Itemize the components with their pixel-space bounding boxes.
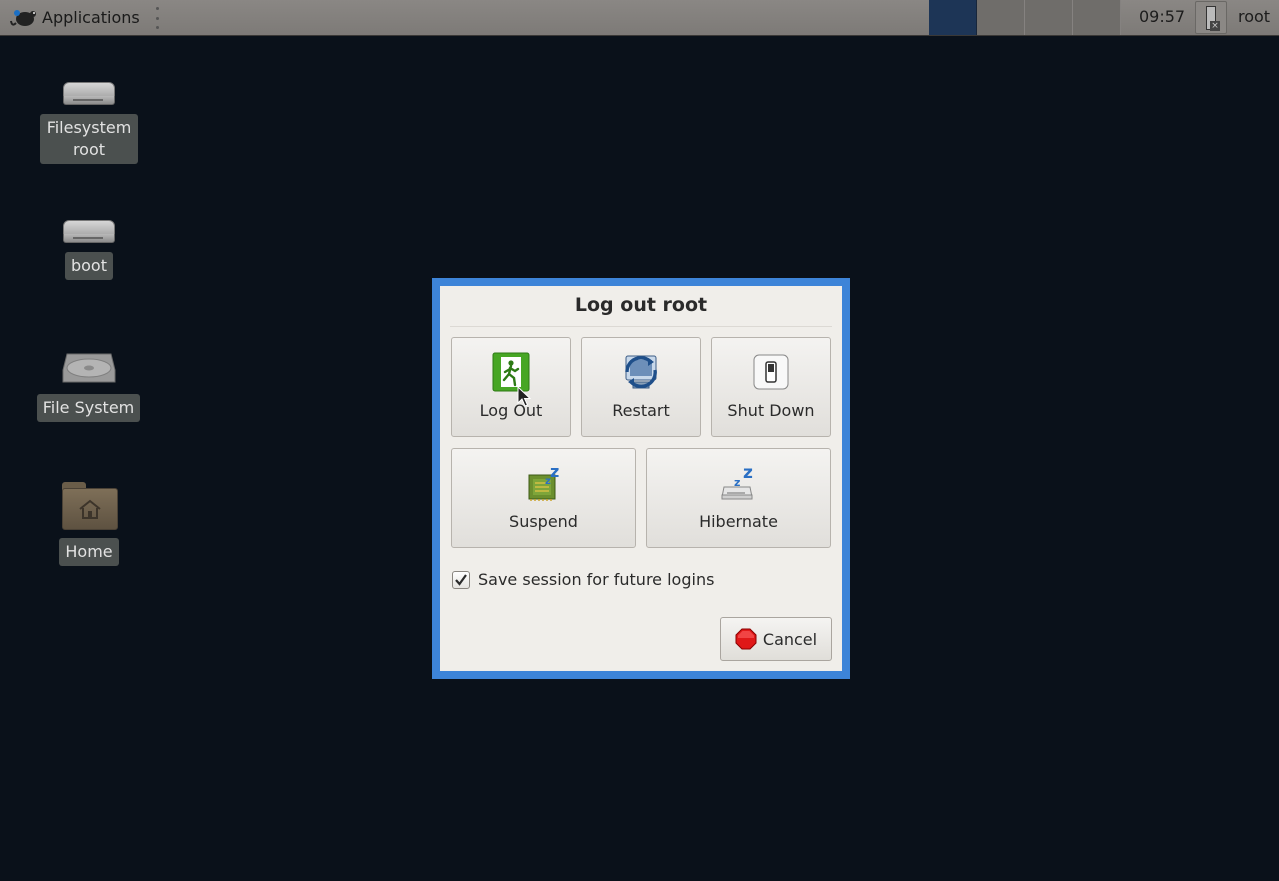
top-panel: Applications 09:57 × root <box>0 0 1279 36</box>
suspend-button[interactable]: z z Suspend <box>451 448 636 548</box>
suspend-label: Suspend <box>509 512 578 531</box>
power-manager-icon[interactable]: × <box>1195 1 1227 34</box>
mouse-pointer-icon <box>517 386 531 407</box>
workspace-3[interactable] <box>1025 0 1073 35</box>
restart-button[interactable]: Restart <box>581 337 701 437</box>
log-out-button[interactable]: Log Out <box>451 337 571 437</box>
applications-menu-button[interactable]: Applications <box>6 0 144 34</box>
workspace-2[interactable] <box>977 0 1025 35</box>
save-session-row[interactable]: Save session for future logins <box>452 570 714 589</box>
cancel-label: Cancel <box>762 629 818 649</box>
cancel-button[interactable]: Cancel <box>720 617 832 661</box>
hibernate-icon: z z <box>719 463 759 503</box>
desktop-icon-label: File System <box>36 394 141 422</box>
stop-icon <box>735 628 757 650</box>
workspace-4[interactable] <box>1073 0 1121 35</box>
desktop-icon-file-system[interactable]: File System <box>36 350 141 422</box>
panel-separator <box>155 7 159 29</box>
dialog-title: Log out root <box>574 294 708 316</box>
drive-icon <box>61 216 117 246</box>
workspace-1[interactable] <box>929 0 977 35</box>
desktop-icon-label: boot <box>64 252 113 280</box>
user-menu[interactable]: root <box>1238 0 1270 34</box>
desktop-icon-boot[interactable]: boot <box>55 216 123 280</box>
svg-text:z: z <box>734 476 740 489</box>
home-folder-icon <box>60 480 118 530</box>
svg-text:z: z <box>743 463 753 483</box>
power-switch-icon <box>751 352 791 392</box>
applications-label: Applications <box>42 7 140 27</box>
drive-icon <box>61 78 117 108</box>
desktop-icon-home[interactable]: Home <box>58 480 120 566</box>
desktop-icon-label: Home <box>59 538 119 566</box>
shut-down-button[interactable]: Shut Down <box>711 337 831 437</box>
workspace-switcher <box>929 0 1121 35</box>
log-out-label: Log Out <box>479 401 543 420</box>
desktop-icon-label: Filesystem root <box>40 114 138 164</box>
desktop-icon-filesystem-root[interactable]: Filesystem root <box>40 78 138 164</box>
restart-icon <box>621 352 661 392</box>
shut-down-label: Shut Down <box>727 401 815 420</box>
hibernate-button[interactable]: z z Hibernate <box>646 448 831 548</box>
dialog-divider <box>450 326 832 327</box>
svg-text:z: z <box>550 463 559 481</box>
save-session-checkbox[interactable] <box>452 570 470 589</box>
logout-dialog: Log out root Log Out Restart Shut Down z… <box>440 286 842 671</box>
svg-text:z: z <box>545 476 551 487</box>
suspend-icon: z z <box>524 462 564 503</box>
xfce-mouse-icon <box>10 5 38 29</box>
save-session-label: Save session for future logins <box>478 570 715 589</box>
restart-label: Restart <box>612 401 670 420</box>
harddisk-icon <box>61 350 117 383</box>
hibernate-label: Hibernate <box>699 512 778 531</box>
clock[interactable]: 09:57 <box>1139 0 1185 34</box>
